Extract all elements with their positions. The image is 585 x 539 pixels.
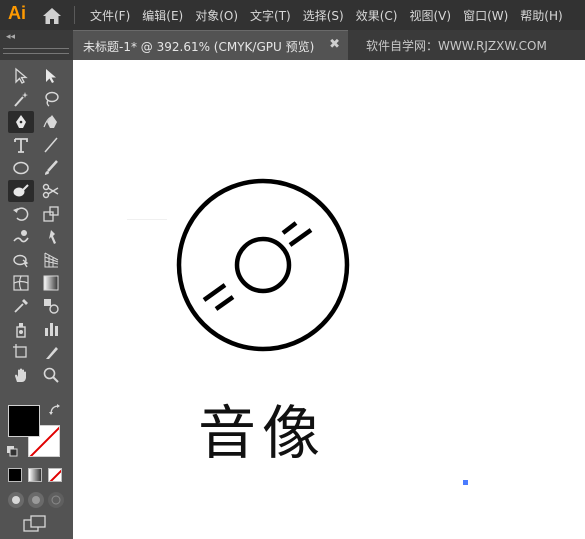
free-transform-tool-icon[interactable] bbox=[38, 226, 64, 248]
blend-tool-icon[interactable] bbox=[38, 295, 64, 317]
artwork-text[interactable]: 音像 bbox=[198, 386, 326, 470]
warp-tool-icon[interactable] bbox=[8, 226, 34, 248]
menu-object[interactable]: 对象(O) bbox=[189, 7, 244, 24]
document-tab[interactable]: 未标题-1* @ 392.61% (CMYK/GPU 预览) ✖ bbox=[73, 30, 348, 60]
menu-help[interactable]: 帮助(H) bbox=[514, 7, 568, 24]
swap-fill-stroke-icon[interactable] bbox=[48, 403, 62, 417]
artboard-tool-icon[interactable] bbox=[8, 341, 34, 363]
draw-inside-icon[interactable] bbox=[48, 492, 64, 508]
shaper-tool-icon[interactable] bbox=[8, 180, 34, 202]
menu-view[interactable]: 视图(V) bbox=[403, 7, 457, 24]
selection-anchor-point[interactable] bbox=[463, 480, 468, 485]
magic-wand-tool-icon[interactable] bbox=[8, 88, 34, 110]
slice-tool-icon[interactable] bbox=[38, 341, 64, 363]
screen-mode-icon[interactable] bbox=[22, 515, 48, 533]
rotate-tool-icon[interactable] bbox=[8, 203, 34, 225]
selection-tool-icon[interactable] bbox=[8, 65, 34, 87]
menu-file[interactable]: 文件(F) bbox=[84, 7, 136, 24]
symbol-sprayer-tool-icon[interactable] bbox=[8, 318, 34, 340]
scissors-tool-icon[interactable] bbox=[38, 180, 64, 202]
guide-line bbox=[127, 219, 167, 220]
hand-tool-icon[interactable] bbox=[8, 364, 34, 386]
menu-separator bbox=[74, 6, 75, 24]
menu-effect[interactable]: 效果(C) bbox=[350, 7, 404, 24]
panel-grip[interactable] bbox=[3, 48, 69, 54]
menu-type[interactable]: 文字(T) bbox=[244, 7, 297, 24]
ellipse-tool-icon[interactable] bbox=[8, 157, 34, 179]
document-tab-label: 未标题-1* @ 392.61% (CMYK/GPU 预览) bbox=[83, 40, 315, 54]
watermark-text: 软件自学网：WWW.RJZXW.COM bbox=[366, 39, 547, 53]
collapse-panel-icon[interactable]: ◂◂ bbox=[6, 32, 15, 42]
mesh-tool-icon[interactable] bbox=[8, 272, 34, 294]
close-icon[interactable]: ✖ bbox=[329, 37, 340, 52]
perspective-grid-tool-icon[interactable] bbox=[38, 249, 64, 271]
column-graph-tool-icon[interactable] bbox=[38, 318, 64, 340]
app-logo: Ai bbox=[8, 3, 26, 23]
zoom-tool-icon[interactable] bbox=[38, 364, 64, 386]
direct-selection-tool-icon[interactable] bbox=[38, 65, 64, 87]
menu-window[interactable]: 窗口(W) bbox=[457, 7, 514, 24]
eyedropper-tool-icon[interactable] bbox=[8, 295, 34, 317]
pen-tool-icon[interactable] bbox=[8, 111, 34, 133]
type-tool-icon[interactable] bbox=[8, 134, 34, 156]
paintbrush-tool-icon[interactable] bbox=[38, 157, 64, 179]
menu-select[interactable]: 选择(S) bbox=[297, 7, 350, 24]
color-mode-button[interactable] bbox=[8, 468, 22, 482]
gradient-mode-button[interactable] bbox=[28, 468, 42, 482]
shape-builder-tool-icon[interactable] bbox=[8, 249, 34, 271]
artboard-canvas[interactable]: 音像 bbox=[73, 60, 585, 539]
menu-edit[interactable]: 编辑(E) bbox=[136, 7, 189, 24]
tab-row: ◂◂ 未标题-1* @ 392.61% (CMYK/GPU 预览) ✖ 软件自学… bbox=[0, 30, 585, 60]
default-fill-stroke-icon[interactable] bbox=[6, 445, 18, 457]
tools-panel bbox=[0, 48, 73, 539]
home-icon[interactable] bbox=[42, 7, 62, 25]
lasso-tool-icon[interactable] bbox=[38, 88, 64, 110]
fill-swatch[interactable] bbox=[8, 405, 40, 437]
gradient-tool-icon[interactable] bbox=[38, 272, 64, 294]
scale-tool-icon[interactable] bbox=[38, 203, 64, 225]
disc-icon[interactable] bbox=[173, 175, 353, 355]
none-mode-button[interactable] bbox=[48, 468, 62, 482]
menu-items: 文件(F) 编辑(E) 对象(O) 文字(T) 选择(S) 效果(C) 视图(V… bbox=[84, 0, 569, 30]
menu-bar: Ai 文件(F) 编辑(E) 对象(O) 文字(T) 选择(S) 效果(C) 视… bbox=[0, 0, 585, 30]
draw-behind-icon[interactable] bbox=[28, 492, 44, 508]
curvature-tool-icon[interactable] bbox=[38, 111, 64, 133]
draw-normal-icon[interactable] bbox=[8, 492, 24, 508]
line-segment-tool-icon[interactable] bbox=[38, 134, 64, 156]
